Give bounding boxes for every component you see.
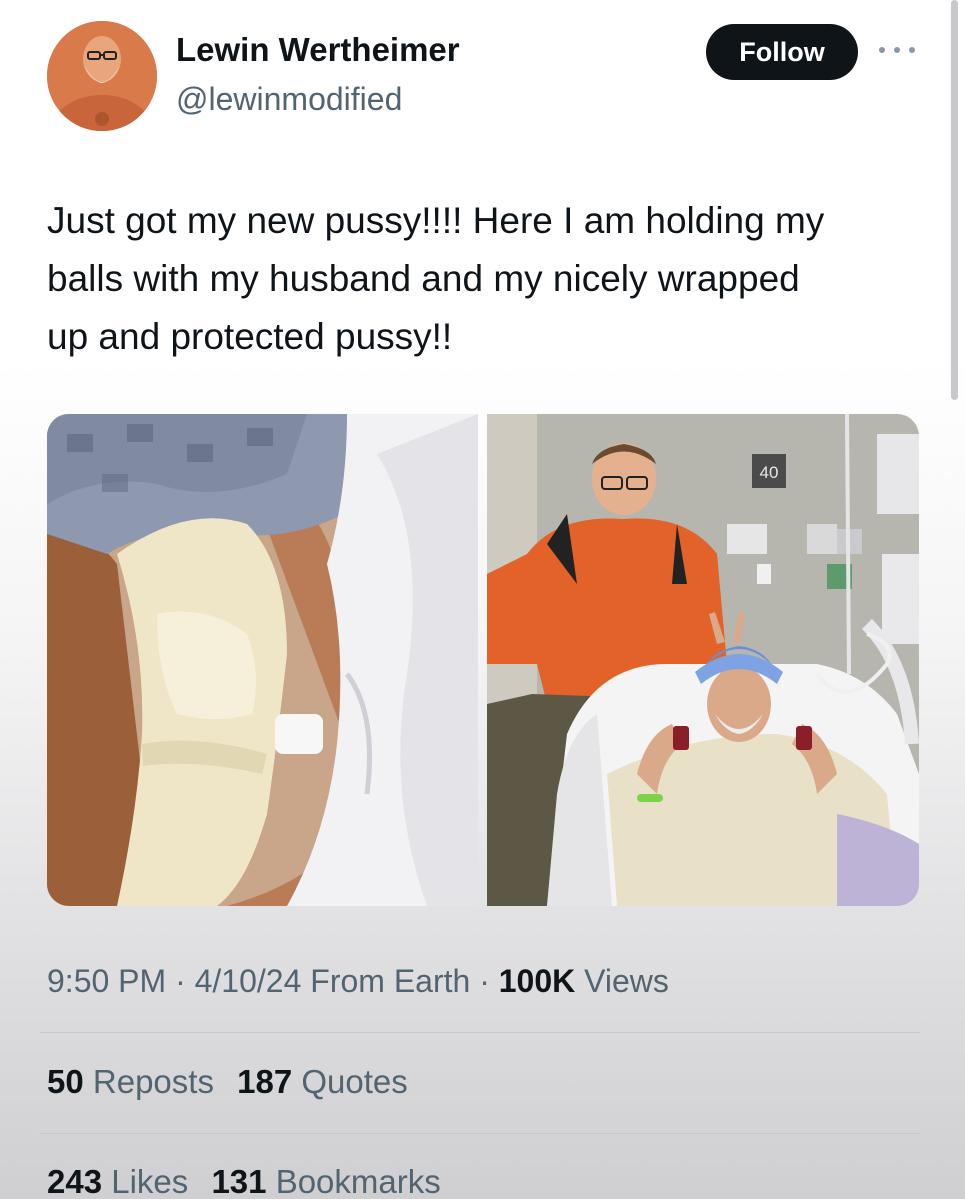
- bookmarks-count: 131: [211, 1163, 267, 1200]
- tweet-text-line: Just got my new pussy!!!! Here I am hold…: [47, 200, 825, 241]
- reposts-count: 50: [47, 1063, 84, 1100]
- tweet-text-line: balls with my husband and my nicely wrap…: [47, 258, 800, 299]
- author-display-name[interactable]: Lewin Wertheimer: [176, 31, 460, 69]
- room-number: 40: [760, 463, 779, 482]
- divider: [40, 1133, 920, 1134]
- tweet-text: Just got my new pussy!!!! Here I am hold…: [47, 192, 927, 366]
- likes-label: Likes: [111, 1163, 189, 1200]
- quotes-stat[interactable]: 187 Quotes: [237, 1063, 408, 1101]
- avatar[interactable]: [47, 21, 157, 131]
- tweet-date[interactable]: 4/10/24: [195, 963, 302, 999]
- media-photo-2[interactable]: 40: [487, 414, 919, 906]
- media-photo-1[interactable]: [47, 414, 478, 906]
- author-handle[interactable]: @lewinmodified: [176, 81, 402, 118]
- quotes-label: Quotes: [301, 1063, 408, 1100]
- tweet-time[interactable]: 9:50 PM: [47, 963, 166, 999]
- likes-count: 243: [47, 1163, 103, 1200]
- more-dot: [879, 47, 885, 53]
- scrollbar[interactable]: [951, 0, 958, 400]
- more-dot: [909, 47, 915, 53]
- quotes-count: 187: [237, 1063, 293, 1100]
- divider: [40, 1032, 920, 1033]
- follow-button[interactable]: Follow: [706, 24, 858, 80]
- tweet-text-line: up and protected pussy!!: [47, 316, 453, 357]
- views-label[interactable]: Views: [584, 963, 669, 999]
- meta-separator: ·: [479, 963, 490, 999]
- stats-row-shares: 50 Reposts 187 Quotes: [47, 1063, 422, 1101]
- tweet-meta: 9:50 PM · 4/10/24 From Earth · 100K View…: [47, 963, 669, 1000]
- tweet-source: From Earth: [310, 963, 471, 999]
- more-dot: [894, 47, 900, 53]
- stats-row-engagement: 243 Likes 131 Bookmarks: [47, 1163, 455, 1201]
- more-horizontal-icon[interactable]: [879, 40, 915, 60]
- bookmarks-stat[interactable]: 131 Bookmarks: [211, 1163, 440, 1201]
- tweet-media[interactable]: 40: [47, 414, 919, 906]
- bookmarks-label: Bookmarks: [275, 1163, 441, 1200]
- reposts-stat[interactable]: 50 Reposts: [47, 1063, 214, 1101]
- meta-separator: ·: [175, 963, 186, 999]
- reposts-label: Reposts: [92, 1063, 214, 1100]
- views-count[interactable]: 100K: [499, 963, 576, 999]
- likes-stat[interactable]: 243 Likes: [47, 1163, 188, 1201]
